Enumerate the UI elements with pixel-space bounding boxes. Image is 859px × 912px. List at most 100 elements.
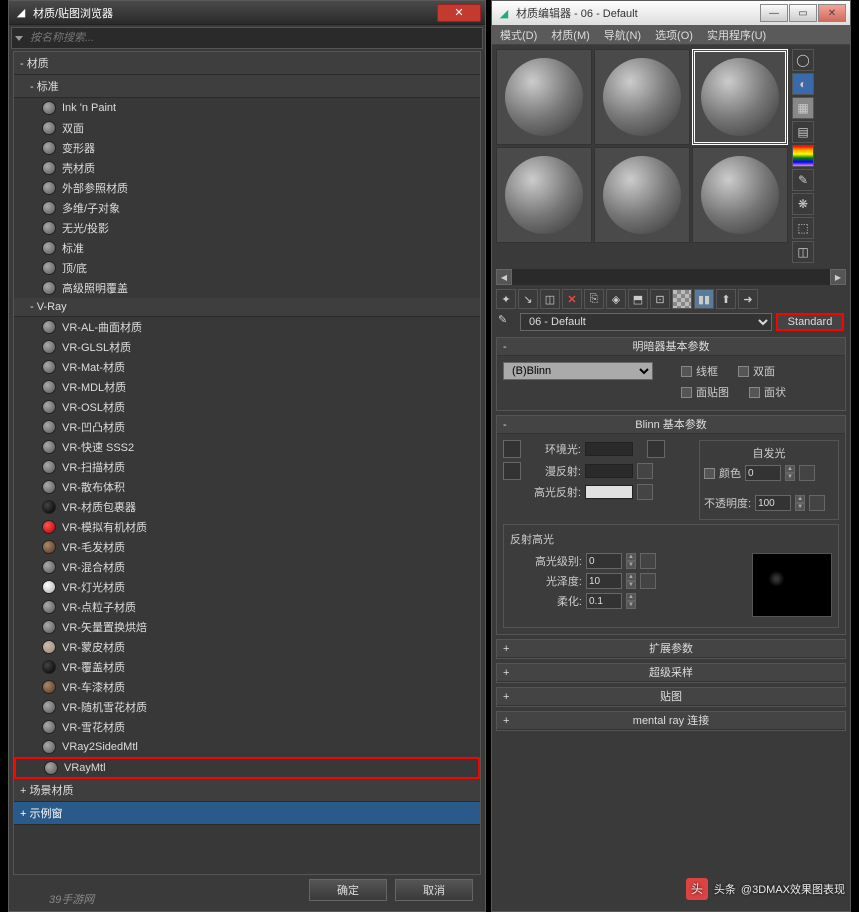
group-materials[interactable]: - 材质	[14, 52, 480, 75]
ambient-color-swatch[interactable]	[585, 442, 633, 456]
get-material-icon[interactable]: ✦	[496, 289, 516, 309]
material-item[interactable]: VR-OSL材质	[14, 397, 480, 417]
material-item[interactable]: VR-雪花材质	[14, 717, 480, 737]
material-slot[interactable]	[692, 147, 788, 243]
video-color-icon[interactable]	[792, 145, 814, 167]
material-item[interactable]: VR-灯光材质	[14, 577, 480, 597]
material-item[interactable]: VR-快速 SSS2	[14, 437, 480, 457]
reset-map-icon[interactable]: ✕	[562, 289, 582, 309]
material-item[interactable]: VR-车漆材质	[14, 677, 480, 697]
specular-level-spinner[interactable]	[586, 553, 622, 569]
faceted-checkbox[interactable]	[749, 387, 760, 398]
material-item[interactable]: VR-Mat-材质	[14, 357, 480, 377]
glossiness-map-button[interactable]	[640, 573, 656, 589]
rollout-header[interactable]: 扩展参数	[497, 640, 845, 658]
specular-color-swatch[interactable]	[585, 485, 633, 499]
material-item[interactable]: 标准	[14, 238, 480, 258]
background-icon[interactable]: ▦	[792, 97, 814, 119]
material-item[interactable]: 高级照明覆盖	[14, 278, 480, 298]
specular-level-map-button[interactable]	[640, 553, 656, 569]
material-item[interactable]: 顶/底	[14, 258, 480, 278]
material-item[interactable]: VR-散布体积	[14, 477, 480, 497]
show-end-result-icon[interactable]: ▮▮	[694, 289, 714, 309]
soften-spinner[interactable]	[586, 593, 622, 609]
material-item[interactable]: VR-凹凸材质	[14, 417, 480, 437]
rollout-header[interactable]: Blinn 基本参数	[497, 416, 845, 434]
browser-titlebar[interactable]: ◢ 材质/贴图浏览器 ✕	[9, 1, 485, 25]
material-item[interactable]: VR-覆盖材质	[14, 657, 480, 677]
material-type-button[interactable]: Standard	[776, 313, 844, 331]
make-unique-icon[interactable]: ◈	[606, 289, 626, 309]
face-map-checkbox[interactable]	[681, 387, 692, 398]
rollout-header[interactable]: 贴图	[497, 688, 845, 706]
material-item[interactable]: VR-模拟有机材质	[14, 517, 480, 537]
material-slot[interactable]	[594, 147, 690, 243]
search-input[interactable]	[26, 30, 482, 46]
material-item[interactable]: 变形器	[14, 138, 480, 158]
material-name-select[interactable]: 06 - Default	[520, 313, 772, 331]
assign-to-selection-icon[interactable]: ◫	[540, 289, 560, 309]
rollout-header[interactable]: 明暗器基本参数	[497, 338, 845, 356]
eyedropper-icon[interactable]: ✎	[498, 313, 516, 331]
lock-ambient-icon[interactable]	[503, 440, 521, 458]
material-item[interactable]: VR-MDL材质	[14, 377, 480, 397]
menu-options[interactable]: 选项(O)	[655, 27, 693, 43]
material-slot[interactable]	[594, 49, 690, 145]
material-id-icon[interactable]: ⊡	[650, 289, 670, 309]
material-item[interactable]: VR-点粒子材质	[14, 597, 480, 617]
group-vray[interactable]: - V-Ray	[14, 298, 480, 317]
material-item[interactable]: Ink 'n Paint	[14, 98, 480, 118]
slot-scrollbar[interactable]: ◀ ▶	[496, 269, 846, 285]
material-item[interactable]: VRayMtl	[14, 757, 480, 779]
sample-uv-icon[interactable]: ▤	[792, 121, 814, 143]
menu-utilities[interactable]: 实用程序(U)	[707, 27, 766, 43]
material-map-navigator-icon[interactable]: ◫	[792, 241, 814, 263]
menu-mode[interactable]: 模式(D)	[500, 27, 537, 43]
two-sided-checkbox[interactable]	[738, 366, 749, 377]
material-item[interactable]: VR-随机雪花材质	[14, 697, 480, 717]
scroll-left-icon[interactable]: ◀	[496, 269, 512, 285]
go-to-parent-icon[interactable]: ⬆	[716, 289, 736, 309]
diffuse-color-swatch[interactable]	[585, 464, 633, 478]
close-button[interactable]: ✕	[437, 4, 481, 22]
options-icon[interactable]: ❋	[792, 193, 814, 215]
scroll-right-icon[interactable]: ▶	[830, 269, 846, 285]
group-scene-materials[interactable]: + 场景材质	[14, 779, 480, 802]
material-slot[interactable]	[496, 147, 592, 243]
search-dropdown-icon[interactable]	[12, 32, 26, 44]
go-forward-icon[interactable]: ➜	[738, 289, 758, 309]
cancel-button[interactable]: 取消	[395, 879, 473, 901]
close-button[interactable]: ✕	[818, 4, 846, 22]
self-illum-color-checkbox[interactable]	[704, 468, 715, 479]
editor-titlebar[interactable]: ◢ 材质编辑器 - 06 - Default — ▭ ✕	[492, 1, 850, 25]
material-item[interactable]: VR-混合材质	[14, 557, 480, 577]
opacity-spinner[interactable]	[755, 495, 791, 511]
material-item[interactable]: VRay2SidedMtl	[14, 737, 480, 757]
wireframe-checkbox[interactable]	[681, 366, 692, 377]
minimize-button[interactable]: —	[760, 4, 788, 22]
show-map-icon[interactable]	[672, 289, 692, 309]
material-item[interactable]: 多维/子对象	[14, 198, 480, 218]
self-illum-map-button[interactable]	[799, 465, 815, 481]
opacity-map-button[interactable]	[809, 495, 825, 511]
glossiness-spinner[interactable]	[586, 573, 622, 589]
material-item[interactable]: 外部参照材质	[14, 178, 480, 198]
material-slot[interactable]	[496, 49, 592, 145]
rollout-header[interactable]: 超级采样	[497, 664, 845, 682]
material-item[interactable]: VR-扫描材质	[14, 457, 480, 477]
material-slot-active[interactable]	[692, 49, 788, 145]
group-standard[interactable]: - 标准	[14, 75, 480, 98]
material-item[interactable]: 双面	[14, 118, 480, 138]
shader-type-select[interactable]: (B)Blinn	[503, 362, 653, 380]
material-item[interactable]: VR-蒙皮材质	[14, 637, 480, 657]
material-item[interactable]: 无光/投影	[14, 218, 480, 238]
menu-navigate[interactable]: 导航(N)	[604, 27, 641, 43]
group-sample-window[interactable]: + 示例窗	[14, 802, 480, 825]
backlight-icon[interactable]: ◐	[792, 73, 814, 95]
put-to-scene-icon[interactable]: ↘	[518, 289, 538, 309]
make-copy-icon[interactable]: ⎘	[584, 289, 604, 309]
lock-icon[interactable]	[647, 440, 665, 458]
ok-button[interactable]: 确定	[309, 879, 387, 901]
select-by-material-icon[interactable]: ⬚	[792, 217, 814, 239]
material-item[interactable]: VR-毛发材质	[14, 537, 480, 557]
